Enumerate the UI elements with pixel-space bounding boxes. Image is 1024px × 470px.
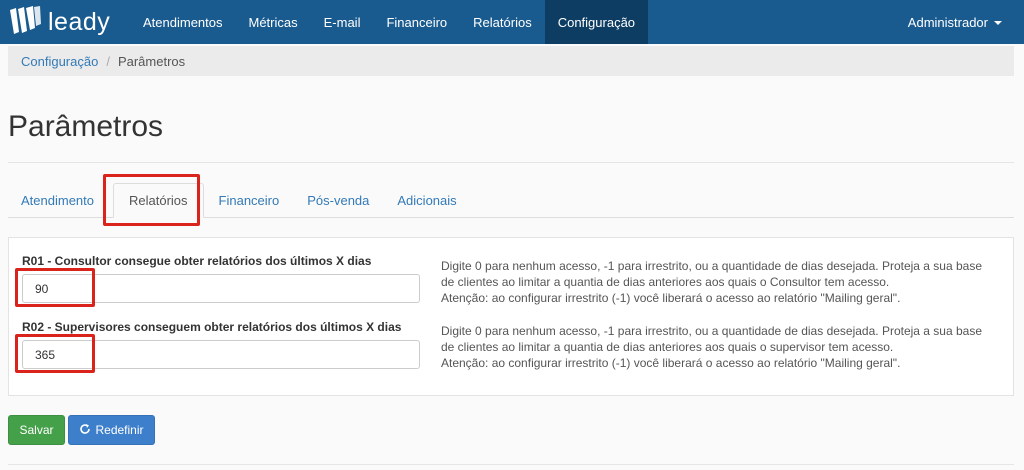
parameters-panel: R01 - Consultor consegue obter relatório… — [8, 237, 1014, 396]
top-navbar: leady Atendimentos Métricas E-mail Finan… — [0, 0, 1024, 44]
save-button[interactable]: Salvar — [8, 415, 65, 445]
breadcrumb-separator: / — [106, 53, 110, 69]
param-r02-help-line1: Digite 0 para nenhum acesso, -1 para irr… — [441, 324, 983, 338]
refresh-icon — [79, 423, 91, 438]
nav-item-metricas[interactable]: Métricas — [236, 0, 311, 44]
param-r02-help-line3: Atenção: ao configurar irrestrito (-1) v… — [441, 356, 901, 370]
reset-button-label: Redefinir — [95, 423, 144, 437]
param-r01-label: R01 - Consultor consegue obter relatório… — [22, 254, 372, 268]
page-title: Parâmetros — [8, 110, 164, 143]
tab-pos-venda[interactable]: Pós-venda — [294, 183, 382, 217]
reset-button[interactable]: Redefinir — [68, 415, 155, 445]
nav-item-atendimentos[interactable]: Atendimentos — [130, 0, 236, 44]
brand[interactable]: leady — [0, 0, 130, 44]
caret-down-icon — [994, 21, 1002, 25]
tab-adicionais[interactable]: Adicionais — [384, 183, 469, 217]
nav-item-financeiro[interactable]: Financeiro — [373, 0, 460, 44]
tab-bar: Atendimento Relatórios Financeiro Pós-ve… — [8, 183, 1014, 218]
param-r01-help-line3: Atenção: ao configurar irrestrito (-1) v… — [441, 291, 901, 305]
param-r02-help: Digite 0 para nenhum acesso, -1 para irr… — [441, 323, 1007, 371]
nav-item-email[interactable]: E-mail — [311, 0, 374, 44]
breadcrumb-current: Parâmetros — [117, 53, 186, 69]
breadcrumb: Configuração / Parâmetros — [8, 46, 1014, 76]
tab-relatorios[interactable]: Relatórios — [113, 183, 204, 218]
user-name: Administrador — [907, 14, 988, 30]
breadcrumb-link-configuracao[interactable]: Configuração — [21, 54, 98, 69]
main-nav: Atendimentos Métricas E-mail Financeiro … — [130, 0, 649, 44]
user-menu[interactable]: Administrador — [908, 15, 1002, 30]
tab-atendimento[interactable]: Atendimento — [8, 183, 107, 217]
param-r01-help-line1: Digite 0 para nenhum acesso, -1 para irr… — [441, 259, 983, 273]
leady-logo-icon — [8, 6, 42, 38]
nav-item-relatorios[interactable]: Relatórios — [460, 0, 545, 44]
bottom-divider — [8, 464, 1014, 465]
param-r02-help-line2: de clientes ao limitar a quantia de dias… — [441, 340, 894, 354]
param-r02-label: R02 - Supervisores conseguem obter relat… — [22, 320, 402, 334]
tab-financeiro[interactable]: Financeiro — [206, 183, 293, 217]
brand-name: leady — [48, 7, 111, 36]
param-r01-help-line2: de clientes ao limitar a quantia de dias… — [441, 275, 890, 289]
nav-item-configuracao[interactable]: Configuração — [544, 0, 649, 44]
divider — [8, 162, 1014, 163]
param-r02-input[interactable] — [22, 340, 420, 369]
param-r01-input[interactable] — [22, 274, 420, 303]
param-r01-help: Digite 0 para nenhum acesso, -1 para irr… — [441, 258, 1007, 306]
